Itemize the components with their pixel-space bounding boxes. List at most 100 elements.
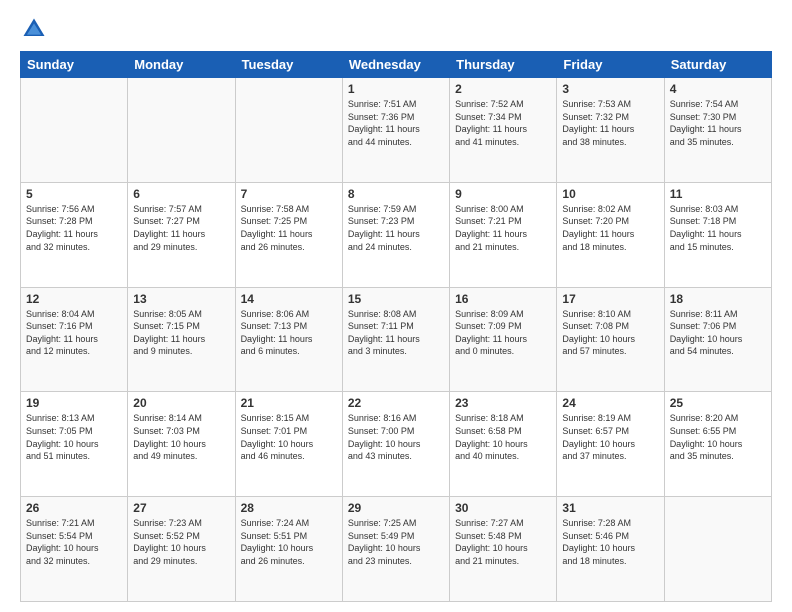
day-info: Sunrise: 8:18 AM Sunset: 6:58 PM Dayligh… bbox=[455, 412, 551, 462]
calendar-cell: 11Sunrise: 8:03 AM Sunset: 7:18 PM Dayli… bbox=[664, 182, 771, 287]
day-number: 25 bbox=[670, 396, 766, 410]
calendar-cell: 18 Sunrise: 8:11 AM Sunset: 7:06 PM Dayli… bbox=[664, 287, 771, 392]
calendar-week-4: 19 Sunrise: 8:13 AM Sunset: 7:05 PM Dayli… bbox=[21, 392, 772, 497]
calendar-cell: 19 Sunrise: 8:13 AM Sunset: 7:05 PM Dayli… bbox=[21, 392, 128, 497]
day-info: Sunrise: 8:14 AM Sunset: 7:03 PM Dayligh… bbox=[133, 412, 229, 462]
calendar-cell: 24 Sunrise: 8:19 AM Sunset: 6:57 PM Dayli… bbox=[557, 392, 664, 497]
calendar-week-5: 26 Sunrise: 7:21 AM Sunset: 5:54 PM Dayli… bbox=[21, 497, 772, 602]
calendar-cell: 3 Sunrise: 7:53 AM Sunset: 7:32 PM Daylig… bbox=[557, 78, 664, 183]
day-number: 30 bbox=[455, 501, 551, 515]
calendar-cell: 10 Sunrise: 8:02 AM Sunset: 7:20 PM Dayli… bbox=[557, 182, 664, 287]
day-number: 13 bbox=[133, 292, 229, 306]
day-info: Sunrise: 8:15 AM Sunset: 7:01 PM Dayligh… bbox=[241, 412, 337, 462]
day-info: Sunrise: 7:21 AM Sunset: 5:54 PM Dayligh… bbox=[26, 517, 122, 567]
day-info: Sunrise: 8:09 AM Sunset: 7:09 PM Dayligh… bbox=[455, 308, 551, 358]
day-number: 17 bbox=[562, 292, 658, 306]
weekday-header-saturday: Saturday bbox=[664, 52, 771, 78]
day-number: 28 bbox=[241, 501, 337, 515]
weekday-header-friday: Friday bbox=[557, 52, 664, 78]
day-info: Sunrise: 8:00 AM Sunset: 7:21 PM Dayligh… bbox=[455, 203, 551, 253]
calendar-cell bbox=[128, 78, 235, 183]
calendar-cell: 12Sunrise: 8:04 AM Sunset: 7:16 PM Dayli… bbox=[21, 287, 128, 392]
calendar-cell: 6Sunrise: 7:57 AM Sunset: 7:27 PM Daylig… bbox=[128, 182, 235, 287]
weekday-header-tuesday: Tuesday bbox=[235, 52, 342, 78]
day-info: Sunrise: 7:23 AM Sunset: 5:52 PM Dayligh… bbox=[133, 517, 229, 567]
day-number: 2 bbox=[455, 82, 551, 96]
day-number: 26 bbox=[26, 501, 122, 515]
calendar-cell: 15 Sunrise: 8:08 AM Sunset: 7:11 PM Dayli… bbox=[342, 287, 449, 392]
day-info: Sunrise: 8:13 AM Sunset: 7:05 PM Dayligh… bbox=[26, 412, 122, 462]
day-number: 22 bbox=[348, 396, 444, 410]
calendar-cell: 26 Sunrise: 7:21 AM Sunset: 5:54 PM Dayli… bbox=[21, 497, 128, 602]
day-number: 18 bbox=[670, 292, 766, 306]
day-info: Sunrise: 8:20 AM Sunset: 6:55 PM Dayligh… bbox=[670, 412, 766, 462]
day-number: 6 bbox=[133, 187, 229, 201]
day-number: 4 bbox=[670, 82, 766, 96]
day-info: Sunrise: 7:58 AM Sunset: 7:25 PM Dayligh… bbox=[241, 203, 337, 253]
calendar-cell: 8Sunrise: 7:59 AM Sunset: 7:23 PM Daylig… bbox=[342, 182, 449, 287]
day-number: 5 bbox=[26, 187, 122, 201]
day-number: 19 bbox=[26, 396, 122, 410]
day-info: Sunrise: 7:25 AM Sunset: 5:49 PM Dayligh… bbox=[348, 517, 444, 567]
calendar-table: SundayMondayTuesdayWednesdayThursdayFrid… bbox=[20, 51, 772, 602]
day-number: 10 bbox=[562, 187, 658, 201]
day-info: Sunrise: 8:04 AM Sunset: 7:16 PM Dayligh… bbox=[26, 308, 122, 358]
calendar-cell: 30Sunrise: 7:27 AM Sunset: 5:48 PM Dayli… bbox=[450, 497, 557, 602]
weekday-header-thursday: Thursday bbox=[450, 52, 557, 78]
day-number: 31 bbox=[562, 501, 658, 515]
calendar-cell bbox=[664, 497, 771, 602]
day-info: Sunrise: 7:28 AM Sunset: 5:46 PM Dayligh… bbox=[562, 517, 658, 567]
calendar-week-2: 5 Sunrise: 7:56 AM Sunset: 7:28 PM Daylig… bbox=[21, 182, 772, 287]
day-number: 15 bbox=[348, 292, 444, 306]
calendar-cell: 27Sunrise: 7:23 AM Sunset: 5:52 PM Dayli… bbox=[128, 497, 235, 602]
day-info: Sunrise: 7:59 AM Sunset: 7:23 PM Dayligh… bbox=[348, 203, 444, 253]
calendar-cell: 20 Sunrise: 8:14 AM Sunset: 7:03 PM Dayli… bbox=[128, 392, 235, 497]
calendar-cell: 9 Sunrise: 8:00 AM Sunset: 7:21 PM Daylig… bbox=[450, 182, 557, 287]
day-info: Sunrise: 8:11 AM Sunset: 7:06 PM Dayligh… bbox=[670, 308, 766, 358]
day-number: 16 bbox=[455, 292, 551, 306]
day-number: 24 bbox=[562, 396, 658, 410]
calendar-cell: 13 Sunrise: 8:05 AM Sunset: 7:15 PM Dayli… bbox=[128, 287, 235, 392]
calendar-cell: 23 Sunrise: 8:18 AM Sunset: 6:58 PM Dayli… bbox=[450, 392, 557, 497]
day-info: Sunrise: 8:03 AM Sunset: 7:18 PM Dayligh… bbox=[670, 203, 766, 253]
calendar-header-row: SundayMondayTuesdayWednesdayThursdayFrid… bbox=[21, 52, 772, 78]
day-number: 9 bbox=[455, 187, 551, 201]
day-number: 1 bbox=[348, 82, 444, 96]
calendar-cell: 14 Sunrise: 8:06 AM Sunset: 7:13 PM Dayli… bbox=[235, 287, 342, 392]
day-number: 23 bbox=[455, 396, 551, 410]
day-info: Sunrise: 7:51 AM Sunset: 7:36 PM Dayligh… bbox=[348, 98, 444, 148]
day-info: Sunrise: 8:02 AM Sunset: 7:20 PM Dayligh… bbox=[562, 203, 658, 253]
day-info: Sunrise: 7:54 AM Sunset: 7:30 PM Dayligh… bbox=[670, 98, 766, 148]
day-number: 14 bbox=[241, 292, 337, 306]
calendar-cell: 2 Sunrise: 7:52 AM Sunset: 7:34 PM Daylig… bbox=[450, 78, 557, 183]
calendar-week-1: 1 Sunrise: 7:51 AM Sunset: 7:36 PM Daylig… bbox=[21, 78, 772, 183]
calendar-cell: 21 Sunrise: 8:15 AM Sunset: 7:01 PM Dayli… bbox=[235, 392, 342, 497]
calendar-cell: 4 Sunrise: 7:54 AM Sunset: 7:30 PM Daylig… bbox=[664, 78, 771, 183]
logo bbox=[20, 15, 52, 43]
day-info: Sunrise: 8:08 AM Sunset: 7:11 PM Dayligh… bbox=[348, 308, 444, 358]
day-number: 3 bbox=[562, 82, 658, 96]
calendar-cell: 29 Sunrise: 7:25 AM Sunset: 5:49 PM Dayli… bbox=[342, 497, 449, 602]
header bbox=[20, 15, 772, 43]
calendar-cell: 22 Sunrise: 8:16 AM Sunset: 7:00 PM Dayli… bbox=[342, 392, 449, 497]
day-number: 7 bbox=[241, 187, 337, 201]
day-number: 21 bbox=[241, 396, 337, 410]
day-number: 29 bbox=[348, 501, 444, 515]
calendar-cell: 5 Sunrise: 7:56 AM Sunset: 7:28 PM Daylig… bbox=[21, 182, 128, 287]
calendar-cell: 17Sunrise: 8:10 AM Sunset: 7:08 PM Dayli… bbox=[557, 287, 664, 392]
calendar-cell bbox=[21, 78, 128, 183]
day-info: Sunrise: 8:19 AM Sunset: 6:57 PM Dayligh… bbox=[562, 412, 658, 462]
calendar-week-3: 12Sunrise: 8:04 AM Sunset: 7:16 PM Dayli… bbox=[21, 287, 772, 392]
calendar-cell: 28Sunrise: 7:24 AM Sunset: 5:51 PM Dayli… bbox=[235, 497, 342, 602]
page: SundayMondayTuesdayWednesdayThursdayFrid… bbox=[0, 0, 792, 612]
day-info: Sunrise: 8:05 AM Sunset: 7:15 PM Dayligh… bbox=[133, 308, 229, 358]
weekday-header-sunday: Sunday bbox=[21, 52, 128, 78]
day-info: Sunrise: 8:06 AM Sunset: 7:13 PM Dayligh… bbox=[241, 308, 337, 358]
calendar-cell: 25 Sunrise: 8:20 AM Sunset: 6:55 PM Dayli… bbox=[664, 392, 771, 497]
day-number: 20 bbox=[133, 396, 229, 410]
day-info: Sunrise: 7:56 AM Sunset: 7:28 PM Dayligh… bbox=[26, 203, 122, 253]
day-info: Sunrise: 7:52 AM Sunset: 7:34 PM Dayligh… bbox=[455, 98, 551, 148]
day-info: Sunrise: 8:16 AM Sunset: 7:00 PM Dayligh… bbox=[348, 412, 444, 462]
day-info: Sunrise: 7:53 AM Sunset: 7:32 PM Dayligh… bbox=[562, 98, 658, 148]
calendar-cell: 16 Sunrise: 8:09 AM Sunset: 7:09 PM Dayli… bbox=[450, 287, 557, 392]
